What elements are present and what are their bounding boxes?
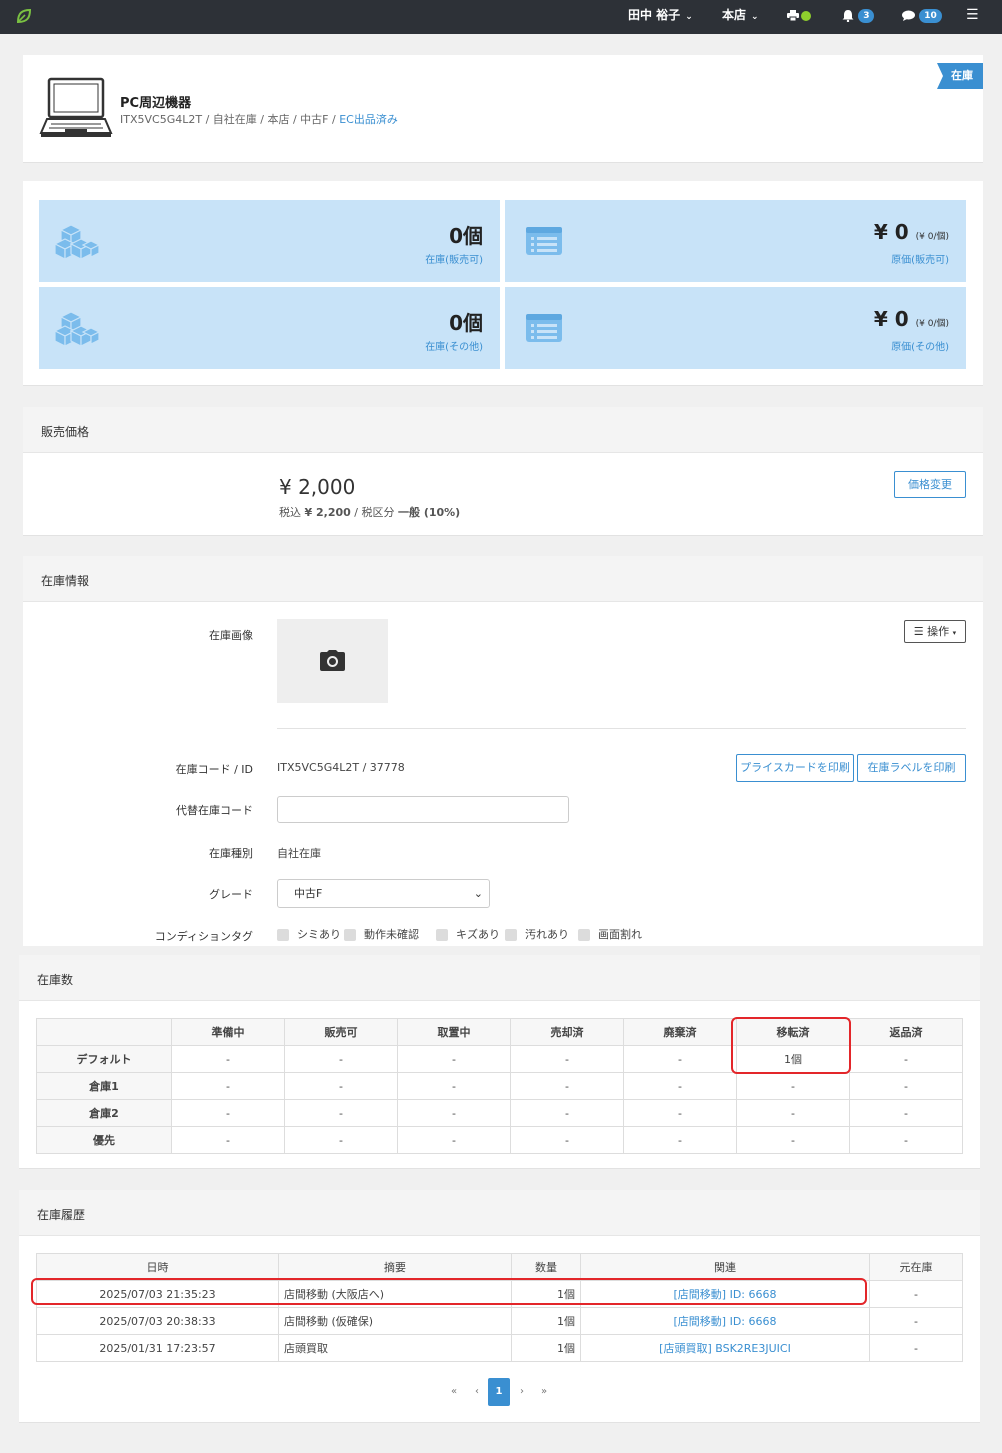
pagination-last[interactable]: » (536, 1379, 552, 1405)
pagination-current-page[interactable]: 1 (488, 1378, 510, 1406)
alt-code-input[interactable] (277, 796, 569, 823)
notifications-button[interactable]: 3 (842, 0, 875, 34)
laptop-icon (39, 77, 113, 137)
pagination: « ‹ 1 › » (446, 1378, 556, 1406)
chat-bubble-icon (902, 10, 915, 21)
condition-tag-checkbox[interactable]: 汚れあり (505, 926, 569, 942)
product-header: PC周辺機器 ITX5VC5G4L2T / 自社在庫 / 本店 / 中古F / … (23, 55, 983, 163)
user-menu[interactable]: 田中 裕子 ⌄ (628, 0, 693, 34)
table-row: 2025/01/31 17:23:57 店頭買取 1個 [店頭買取] BSK2R… (36, 1334, 963, 1362)
alt-code-label: 代替在庫コード (176, 804, 253, 817)
tax-info: 税込 ¥ 2,200 / 税区分 一般 (10%) (279, 506, 461, 519)
stock-info-panel: 在庫情報 在庫画像 ☰ 操作 ▾ 在庫コード / ID ITX5VC5G4L2T… (23, 556, 983, 946)
related-link[interactable]: [店頭買取] BSK2RE3JUICI (659, 1342, 791, 1355)
stock-count-heading: 在庫数 (19, 955, 980, 1001)
product-meta: ITX5VC5G4L2T / 自社在庫 / 本店 / 中古F / (120, 113, 340, 126)
printer-icon (787, 10, 799, 22)
price-amount: ¥ 2,000 (279, 475, 356, 499)
notification-count-badge: 3 (858, 8, 875, 23)
messages-button[interactable]: 10 (902, 0, 942, 34)
bell-icon (842, 9, 854, 22)
condition-label: コンディションタグ (154, 930, 253, 943)
table-row: 倉庫2 ------- (36, 1099, 963, 1127)
print-stock-label-button[interactable]: 在庫ラベルを印刷 (857, 754, 966, 782)
store-name: 本店 (722, 8, 747, 22)
camera-icon (320, 650, 345, 671)
print-price-card-button[interactable]: プライスカードを印刷 (736, 754, 854, 782)
product-title: PC周辺機器 (120, 96, 192, 111)
highlight-box (731, 1017, 851, 1074)
stat-tile-stock-other: 0個 在庫(その他) (39, 287, 500, 369)
stat-label-link[interactable]: 原価(その他) (891, 338, 949, 353)
code-value: ITX5VC5G4L2T / 37778 (277, 761, 405, 774)
stat-tile-stock-sellable: 0個 在庫(販売可) (39, 200, 500, 282)
stat-label-link[interactable]: 原価(販売可) (891, 251, 949, 266)
condition-tag-checkbox[interactable]: 画面割れ (578, 926, 642, 942)
stock-info-heading: 在庫情報 (23, 556, 983, 602)
checkbox[interactable] (505, 929, 517, 941)
user-name: 田中 裕子 (628, 8, 681, 22)
store-menu[interactable]: 本店 ⌄ (722, 0, 759, 34)
type-value: 自社在庫 (277, 847, 321, 860)
chevron-down-icon: ⌄ (473, 887, 483, 900)
hamburger-menu-icon[interactable]: ☰ (966, 0, 979, 34)
cubes-icon (55, 224, 101, 260)
message-count-badge: 10 (919, 8, 942, 23)
stat-tile-cost-sellable: ¥ 0 (¥ 0/個) 原価(販売可) (505, 200, 966, 282)
ec-listed-link[interactable]: EC出品済み (339, 113, 398, 126)
stock-history-heading: 在庫履歴 (19, 1190, 980, 1236)
table-row: 2025/07/03 20:38:33 店間移動 (仮確保) 1個 [店間移動]… (36, 1307, 963, 1335)
grade-select[interactable]: 中古F ⌄ (277, 879, 490, 908)
caret-down-icon: ▾ (952, 629, 957, 637)
pagination-first[interactable]: « (446, 1379, 462, 1405)
change-price-button[interactable]: 価格変更 (894, 471, 966, 498)
code-label: 在庫コード / ID (175, 763, 253, 776)
stats-panel: 0個 在庫(販売可) ¥ 0 (¥ 0/個) 原価(販売可) 0個 在庫(その他… (23, 181, 983, 386)
stat-label-link[interactable]: 在庫(その他) (425, 338, 483, 353)
stat-value: ¥ 0 (¥ 0/個) (873, 307, 949, 331)
stat-tile-cost-other: ¥ 0 (¥ 0/個) 原価(その他) (505, 287, 966, 369)
list-icon: ☰ (913, 625, 924, 638)
price-panel: 販売価格 ¥ 2,000 税込 ¥ 2,200 / 税区分 一般 (10%) 価… (23, 407, 983, 536)
image-label: 在庫画像 (209, 629, 253, 642)
checkbox[interactable] (277, 929, 289, 941)
pagination-next[interactable]: › (514, 1379, 530, 1405)
list-card-icon (526, 227, 562, 255)
operations-dropdown-button[interactable]: ☰ 操作 ▾ (904, 620, 966, 643)
divider (277, 728, 966, 729)
stat-value: 0個 (449, 311, 483, 335)
highlight-box (31, 1278, 867, 1305)
list-card-icon (526, 314, 562, 342)
checkbox[interactable] (344, 929, 356, 941)
checkbox[interactable] (436, 929, 448, 941)
chevron-down-icon: ⌄ (685, 12, 693, 22)
top-navbar: 田中 裕子 ⌄ 本店 ⌄ 3 10 ☰ (0, 0, 1002, 34)
table-row: 倉庫1 ------- (36, 1072, 963, 1100)
checkbox[interactable] (578, 929, 590, 941)
printer-status-dot (801, 10, 811, 21)
related-link[interactable]: [店間移動] ID: 6668 (674, 1315, 777, 1328)
table-header-row: 日時 摘要 数量 関連 元在庫 (36, 1253, 963, 1281)
type-label: 在庫種別 (209, 847, 253, 860)
image-placeholder[interactable] (277, 619, 388, 703)
leaf-logo-icon[interactable] (15, 7, 33, 25)
grade-label: グレード (209, 888, 253, 901)
condition-tag-checkbox[interactable]: シミあり (277, 926, 341, 942)
price-heading: 販売価格 (23, 407, 983, 453)
stat-label-link[interactable]: 在庫(販売可) (425, 251, 483, 266)
stat-value: ¥ 0 (¥ 0/個) (873, 220, 949, 244)
cubes-icon (55, 311, 101, 347)
status-ribbon: 在庫 (937, 63, 983, 89)
product-subtitle: ITX5VC5G4L2T / 自社在庫 / 本店 / 中古F / EC出品済み (120, 111, 398, 127)
printer-status[interactable] (787, 0, 811, 34)
condition-tag-checkbox[interactable]: 動作未確認 (344, 926, 419, 942)
chevron-down-icon: ⌄ (751, 12, 759, 22)
condition-tag-checkbox[interactable]: キズあり (436, 926, 500, 942)
stock-history-table: 日時 摘要 数量 関連 元在庫 2025/07/03 21:35:23 店間移動… (36, 1253, 963, 1362)
stat-value: 0個 (449, 224, 483, 248)
table-row: 優先 ------- (36, 1126, 963, 1154)
pagination-prev[interactable]: ‹ (469, 1379, 485, 1405)
